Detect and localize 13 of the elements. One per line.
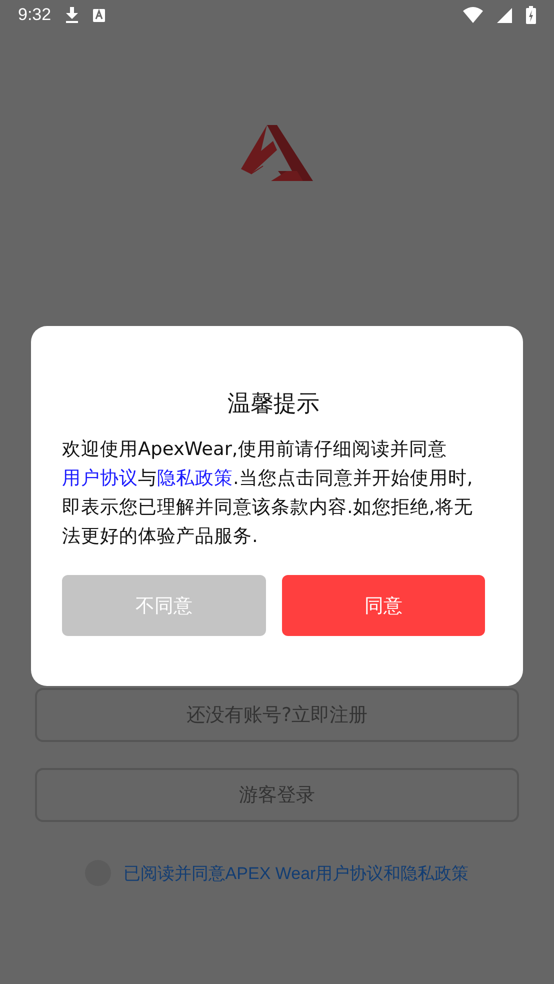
dialog-title: 温馨提示 <box>226 390 320 419</box>
policy-link[interactable]: 用户协议 <box>62 468 138 489</box>
download-icon <box>65 7 80 23</box>
agree-button[interactable]: 同意 <box>282 575 485 636</box>
signal-icon <box>497 8 512 22</box>
battery-icon <box>526 6 536 24</box>
policy-link[interactable]: 隐私政策 <box>157 468 233 489</box>
logo-icon <box>241 125 313 181</box>
status-time: 9:32 <box>18 5 52 25</box>
keyboard-icon <box>93 8 106 22</box>
agreement-text: 已阅读并同意APEX Wear用户协议和隐私政策 <box>123 862 469 884</box>
wifi-icon <box>463 7 483 23</box>
dialog-message: 欢迎使用ApexWear,使用前请仔细阅读并同意 用户协议与隐私政策.当您点击同意并开始使用时,即表示您已理解并同意该条款内容.如您拒绝,将无法更好的体验产品服务. <box>62 438 474 549</box>
